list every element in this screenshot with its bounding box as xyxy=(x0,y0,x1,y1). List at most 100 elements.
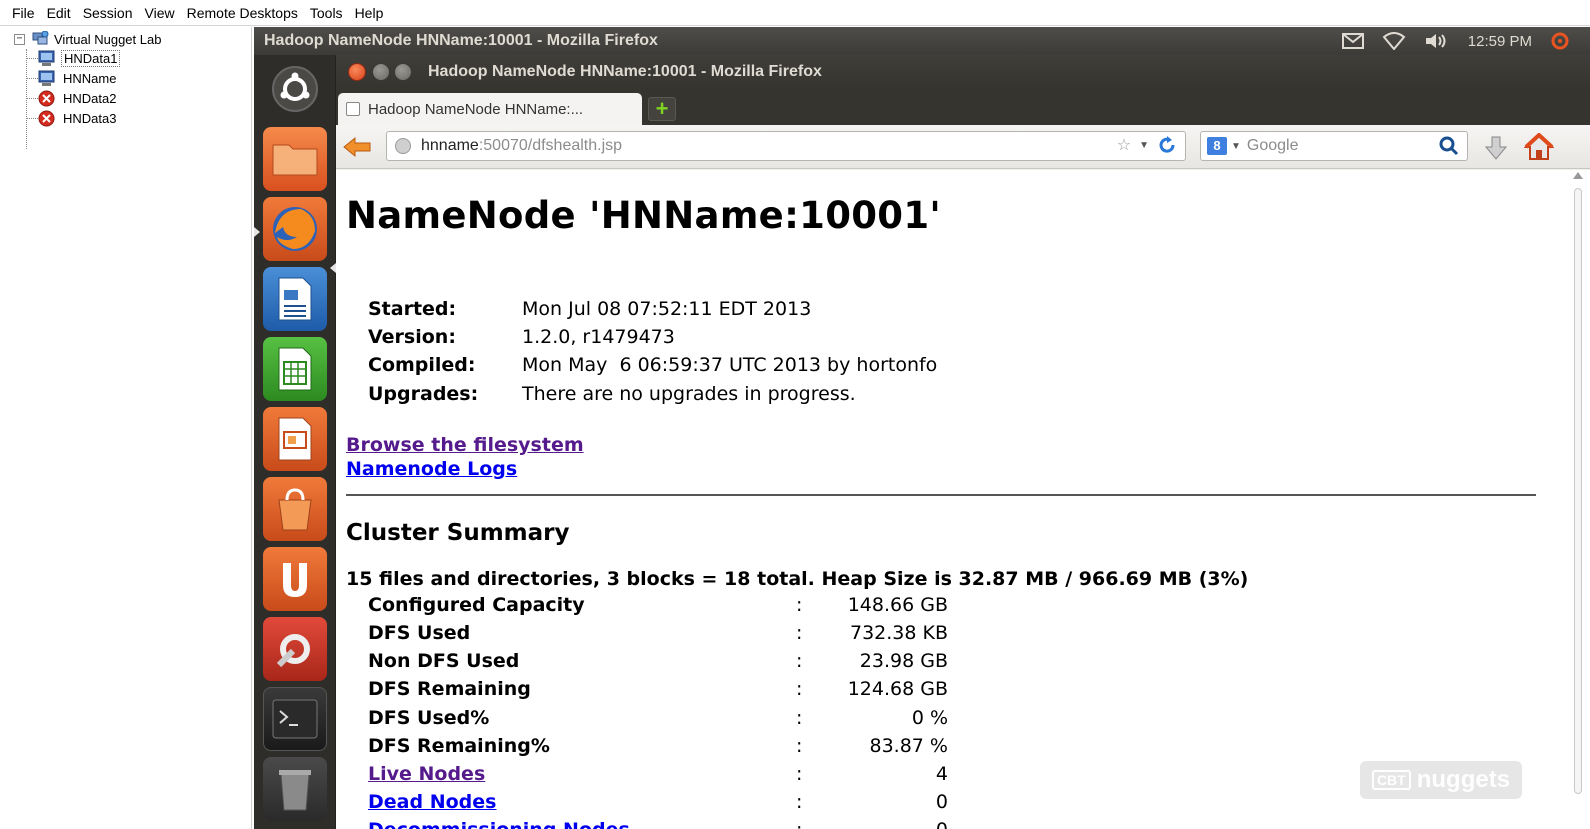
ubuntu-one-icon xyxy=(283,563,307,597)
summary-value: 83.87 % xyxy=(869,735,949,757)
info-key: Upgrades: xyxy=(368,383,479,405)
maximize-window-button[interactable] xyxy=(394,63,412,81)
writer-icon xyxy=(278,277,312,321)
summary-row: Decommissioning Nodes : 0 xyxy=(368,819,948,829)
info-key: Compiled: xyxy=(368,354,476,376)
search-input[interactable]: Google xyxy=(1247,137,1299,155)
tree-root-label: Virtual Nugget Lab xyxy=(54,31,162,47)
home-icon[interactable] xyxy=(1524,133,1554,161)
tree-connector xyxy=(26,49,27,149)
connection-tree: − Virtual Nugget Lab HNData1 HNName HNDa… xyxy=(0,27,252,829)
page-scrollbar[interactable] xyxy=(1572,172,1584,812)
search-icon[interactable] xyxy=(1439,136,1459,156)
tree-item-hndata2[interactable]: HNData2 xyxy=(26,89,118,107)
panel-clock[interactable]: 12:59 PM xyxy=(1468,33,1532,50)
summary-key: Configured Capacity xyxy=(368,594,585,616)
site-identity-icon[interactable] xyxy=(395,138,411,154)
scroll-track[interactable] xyxy=(1574,188,1582,794)
launcher-terminal[interactable] xyxy=(263,687,327,751)
back-arrow-icon[interactable] xyxy=(342,135,372,159)
firefox-icon xyxy=(273,207,317,251)
page-favicon-icon xyxy=(346,102,360,116)
window-title: Hadoop NameNode HNName:10001 - Mozilla F… xyxy=(428,63,822,80)
summary-row: DFS Used : 732.38 KB xyxy=(368,622,948,650)
summary-value: 148.66 GB xyxy=(847,594,948,616)
error-icon xyxy=(38,90,55,106)
calc-icon xyxy=(278,347,312,391)
browse-filesystem-link[interactable]: Browse the filesystem xyxy=(346,434,584,456)
launcher-trash[interactable] xyxy=(263,757,327,821)
remote-desktop-view[interactable]: Hadoop NameNode HNName:10001 - Mozilla F… xyxy=(254,27,1590,829)
tab-hadoop-namenode[interactable]: Hadoop NameNode HNName:... xyxy=(338,93,642,125)
tree-item-hndata3[interactable]: HNData3 xyxy=(26,109,118,127)
tree-item-label: HNData1 xyxy=(61,49,121,67)
minimize-window-button[interactable] xyxy=(372,63,390,81)
network-icon[interactable] xyxy=(1382,32,1406,50)
tree-item-label: HNData3 xyxy=(63,110,117,126)
computer-icon xyxy=(38,70,55,86)
url-host: hnname xyxy=(421,137,479,154)
live-nodes-link[interactable]: Live Nodes xyxy=(368,763,485,785)
launcher-dash[interactable] xyxy=(263,57,327,121)
tree-item-hndata1[interactable]: HNData1 xyxy=(26,49,121,67)
bookmark-star-icon[interactable]: ☆ xyxy=(1117,135,1131,155)
download-arrow-icon[interactable] xyxy=(1484,135,1508,161)
launcher-files[interactable] xyxy=(263,127,327,191)
mail-icon[interactable] xyxy=(1341,33,1364,49)
url-bar[interactable]: hnname:50070/dfshealth.jsp ☆ ▼ xyxy=(386,131,1186,161)
launcher-ubuntu-one[interactable] xyxy=(263,547,327,611)
tree-root[interactable]: − Virtual Nugget Lab xyxy=(14,31,161,47)
page-title: NameNode 'HNName:10001' xyxy=(346,194,942,237)
impress-icon xyxy=(278,417,312,461)
page-content[interactable]: NameNode 'HNName:10001' Started: Mon Jul… xyxy=(336,170,1590,829)
network-group-icon xyxy=(32,31,49,45)
summary-colon: : xyxy=(796,819,802,829)
search-bar[interactable]: 8 ▼ Google xyxy=(1200,131,1468,161)
summary-value: 124.68 GB xyxy=(847,678,948,700)
collapse-toggle[interactable]: − xyxy=(14,33,25,45)
running-indicator xyxy=(254,227,260,237)
error-icon xyxy=(38,110,55,126)
info-key: Started: xyxy=(368,298,457,320)
menu-remote-desktops[interactable]: Remote Desktops xyxy=(181,0,304,26)
menu-tools[interactable]: Tools xyxy=(304,0,349,26)
decommissioning-nodes-link[interactable]: Decommissioning Nodes xyxy=(368,819,630,829)
tab-strip: Hadoop NameNode HNName:... + xyxy=(336,89,1590,125)
launcher-software-center[interactable] xyxy=(263,477,327,541)
summary-key: Non DFS Used xyxy=(368,650,520,672)
history-dropdown-icon[interactable]: ▼ xyxy=(1139,140,1149,151)
summary-value: 0 xyxy=(936,819,948,829)
scroll-up-icon[interactable] xyxy=(1573,172,1583,179)
launcher-firefox[interactable] xyxy=(263,197,327,261)
reload-icon[interactable] xyxy=(1157,135,1177,155)
summary-row: DFS Used% : 0 % xyxy=(368,707,948,735)
computer-icon xyxy=(38,50,55,66)
launcher-writer[interactable] xyxy=(263,267,327,331)
power-gear-icon[interactable] xyxy=(1550,31,1570,51)
navigation-toolbar: hnname:50070/dfshealth.jsp ☆ ▼ 8 ▼ Googl… xyxy=(336,125,1590,169)
google-engine-icon[interactable]: 8 xyxy=(1207,137,1227,155)
dead-nodes-link[interactable]: Dead Nodes xyxy=(368,791,496,813)
info-value: Mon May 6 06:59:37 UTC 2013 by hortonfo xyxy=(522,354,938,376)
volume-icon[interactable] xyxy=(1424,32,1450,50)
namenode-logs-link[interactable]: Namenode Logs xyxy=(346,458,517,480)
summary-key: DFS Used xyxy=(368,622,471,644)
menu-file[interactable]: File xyxy=(0,0,41,26)
summary-row: Live Nodes : 4 xyxy=(368,763,948,791)
engine-dropdown-icon[interactable]: ▼ xyxy=(1231,141,1241,152)
tree-item-hnname[interactable]: HNName xyxy=(26,69,118,87)
info-key: Version: xyxy=(368,326,456,348)
tree-item-label: HNData2 xyxy=(63,90,117,106)
menu-help[interactable]: Help xyxy=(349,0,390,26)
summary-value: 0 xyxy=(935,791,948,813)
summary-value: 23.98 GB xyxy=(859,650,948,672)
launcher-calc[interactable] xyxy=(263,337,327,401)
close-window-button[interactable] xyxy=(348,63,366,81)
launcher-system-settings[interactable] xyxy=(263,617,327,681)
menu-view[interactable]: View xyxy=(139,0,181,26)
menu-edit[interactable]: Edit xyxy=(41,0,77,26)
cbt-nuggets-watermark: CBT nuggets xyxy=(1360,761,1522,799)
launcher-impress[interactable] xyxy=(263,407,327,471)
menu-session[interactable]: Session xyxy=(77,0,139,26)
new-tab-button[interactable]: + xyxy=(648,96,676,121)
